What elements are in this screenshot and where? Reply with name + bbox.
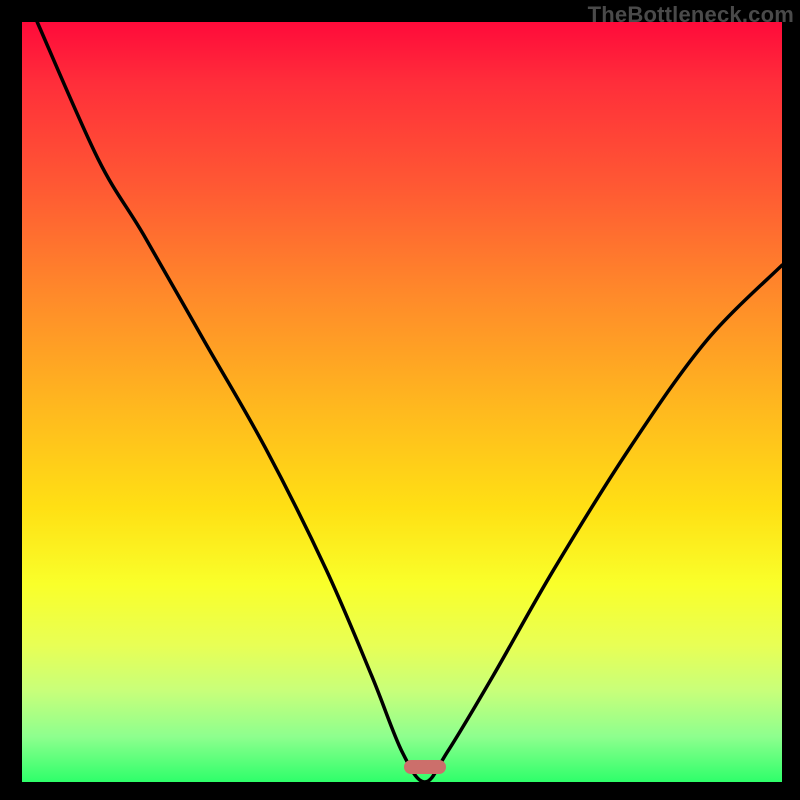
bottleneck-curve — [22, 22, 782, 782]
chart-frame: TheBottleneck.com — [0, 0, 800, 800]
watermark-text: TheBottleneck.com — [588, 2, 794, 28]
optimum-marker — [404, 760, 446, 774]
